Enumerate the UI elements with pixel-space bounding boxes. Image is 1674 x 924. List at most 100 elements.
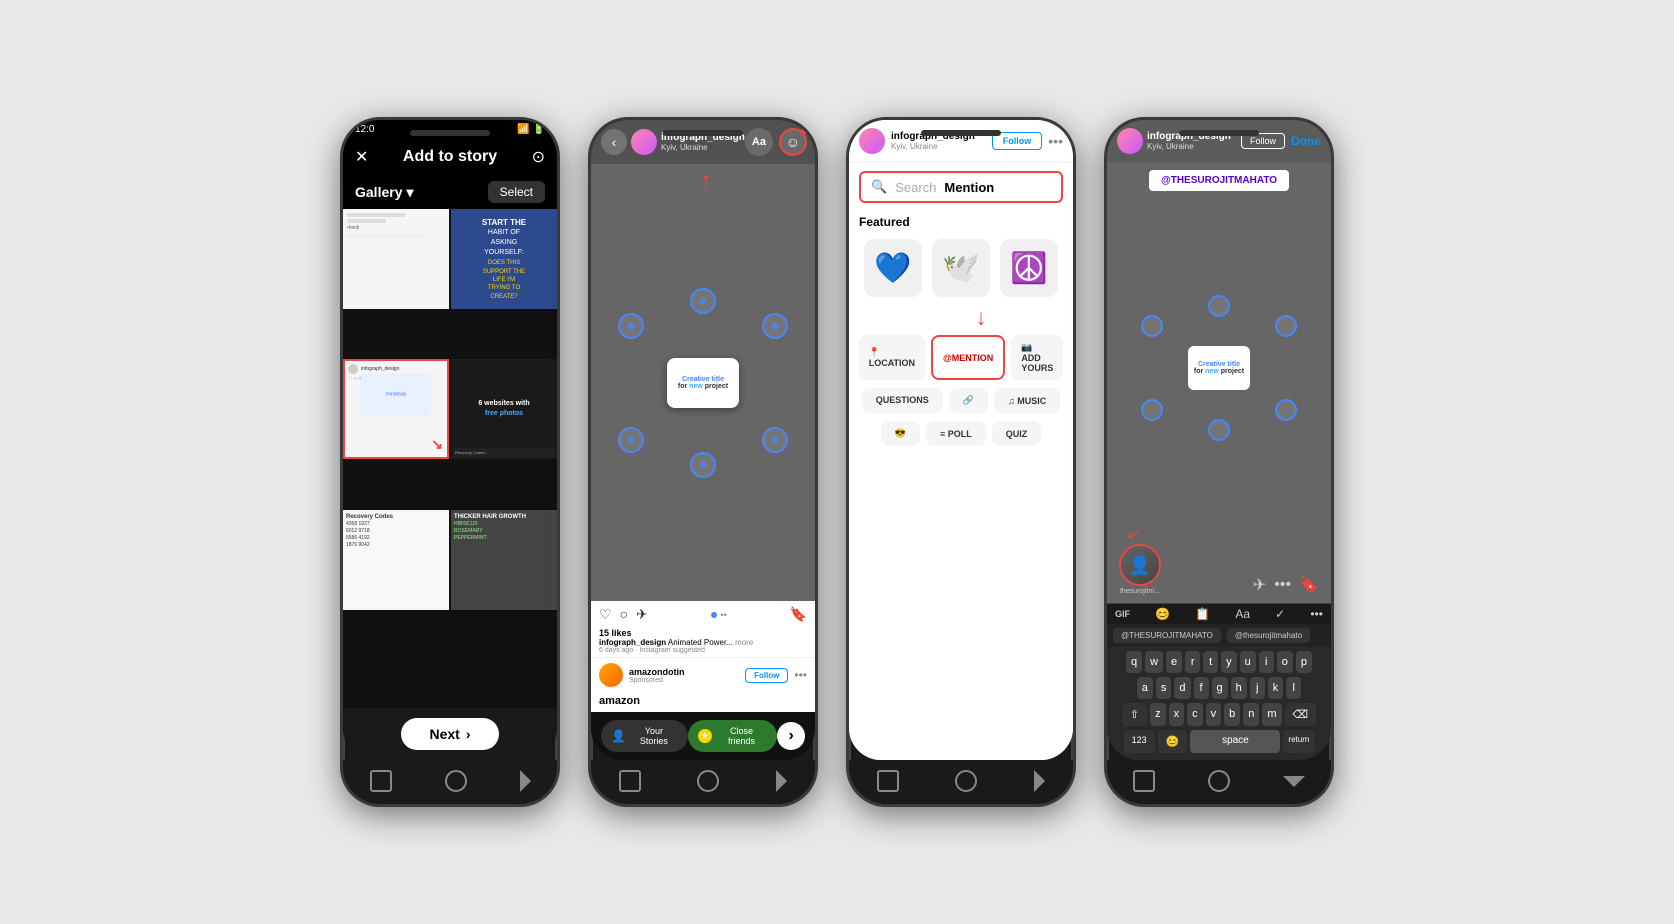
link-tag[interactable]: 🔗	[949, 388, 988, 413]
shift-key[interactable]: ⇧	[1122, 703, 1147, 726]
add-yours-tag[interactable]: 📷 ADD YOURS	[1011, 335, 1063, 380]
peace-sticker[interactable]: ☮️	[1000, 239, 1058, 297]
close-friends-button[interactable]: ★ Close friends	[688, 720, 778, 752]
p3-more-icon[interactable]: •••	[1048, 133, 1063, 149]
p4-dots-icon[interactable]: •••	[1274, 576, 1291, 594]
like-icon[interactable]: ♡	[599, 606, 612, 623]
phone3-nav	[849, 760, 1073, 804]
key-l[interactable]: l	[1286, 677, 1301, 699]
key-h[interactable]: h	[1231, 677, 1247, 699]
select-button[interactable]: Select	[488, 181, 545, 203]
key-n[interactable]: n	[1243, 703, 1259, 726]
key-emoji[interactable]: 😊	[1158, 730, 1188, 753]
p4-send-icon[interactable]: ✈	[1253, 575, 1266, 595]
more-sponsor-icon[interactable]: •••	[794, 668, 807, 682]
ukraine-heart-sticker[interactable]: 💙	[864, 239, 922, 297]
key-j[interactable]: j	[1250, 677, 1265, 699]
key-m[interactable]: m	[1262, 703, 1281, 726]
p4-node-bl	[1141, 399, 1163, 421]
music-tag[interactable]: ♫ MUSIC	[994, 388, 1060, 413]
home-nav-btn[interactable]	[370, 770, 392, 792]
key-b[interactable]: b	[1224, 703, 1240, 726]
suggestion2[interactable]: @thesurojitmahato	[1227, 628, 1310, 643]
key-space[interactable]: space	[1190, 730, 1280, 753]
key-z[interactable]: z	[1150, 703, 1166, 726]
emoji-kb-icon[interactable]: 😊	[1155, 607, 1170, 621]
emoji-slider-tag[interactable]: 😎	[881, 421, 920, 446]
key-return[interactable]: return	[1283, 730, 1314, 753]
key-o[interactable]: o	[1277, 651, 1293, 673]
follow-sponsor-button[interactable]: Follow	[745, 668, 788, 683]
quiz-tag[interactable]: QUIZ	[992, 421, 1042, 446]
questions-tag[interactable]: QUESTIONS	[862, 388, 943, 413]
key-g[interactable]: g	[1212, 677, 1228, 699]
key-123[interactable]: 123	[1124, 730, 1155, 753]
text-kb-icon[interactable]: Aa	[1235, 607, 1250, 621]
recent-nav-btn4[interactable]	[1283, 776, 1305, 787]
back-nav-btn2[interactable]	[697, 770, 719, 792]
gallery-item-selected[interactable]: infograph_design ♡ ○ ✈ mindmap ↘	[343, 359, 449, 459]
key-t[interactable]: t	[1203, 651, 1218, 673]
p3-follow-button[interactable]: Follow	[992, 132, 1043, 150]
p4-story-bottom: 👤 thesurojitm... ↙ ✈ ••• 🔖	[1107, 536, 1331, 603]
gallery-item[interactable]: Recovery Codes 4358 1927 6012 9718 5586 …	[343, 510, 449, 610]
gallery-label[interactable]: Gallery ▾	[355, 184, 414, 201]
search-mention-bar[interactable]: 🔍 Search Mention	[859, 171, 1063, 203]
gallery-item[interactable]: THICKER HAIR GROWTH HIBISCUSROSEMARYPEPP…	[451, 510, 557, 610]
key-c[interactable]: c	[1187, 703, 1203, 726]
clipboard-icon[interactable]: 📋	[1195, 607, 1210, 621]
gallery-item[interactable]: START THE HABIT OF ASKING YOURSELF: DOES…	[451, 209, 557, 309]
close-icon[interactable]: ✕	[355, 147, 368, 167]
comment-icon[interactable]: ○	[620, 606, 628, 623]
p4-follow-button[interactable]: Follow	[1241, 133, 1285, 149]
text-tool-icon[interactable]: Aa	[745, 128, 773, 156]
home-nav-btn3[interactable]	[877, 770, 899, 792]
p4-done-button[interactable]: Done	[1291, 134, 1321, 148]
mention-sticker[interactable]: @THESUROJITMAHATO	[1149, 170, 1289, 191]
home-nav-btn4[interactable]	[1133, 770, 1155, 792]
suggestion1[interactable]: @THESUROJITMAHATO	[1113, 628, 1221, 643]
recent-nav-btn2[interactable]	[776, 770, 787, 792]
key-v[interactable]: v	[1206, 703, 1222, 726]
key-w[interactable]: w	[1145, 651, 1163, 673]
home-nav-btn2[interactable]	[619, 770, 641, 792]
key-d[interactable]: d	[1174, 677, 1190, 699]
key-y[interactable]: y	[1221, 651, 1237, 673]
poll-tag[interactable]: ≡ POLL	[926, 421, 986, 446]
your-stories-button[interactable]: 👤 Your Stories	[601, 720, 688, 752]
share-icon[interactable]: ✈	[636, 606, 648, 623]
key-u[interactable]: u	[1240, 651, 1256, 673]
next-button[interactable]: Next ›	[401, 718, 498, 750]
gallery-item[interactable]: 6 websites with free photos Recovery Cod…	[451, 359, 557, 459]
recent-nav-btn3[interactable]	[1034, 770, 1045, 792]
back-button[interactable]: ‹	[601, 129, 627, 155]
back-nav-btn4[interactable]	[1208, 770, 1230, 792]
key-e[interactable]: e	[1166, 651, 1182, 673]
phone2-wrapper: ‹ infograph_design Kyiv, Ukraine Aa ☺	[588, 117, 818, 807]
p4-bookmark-icon[interactable]: 🔖	[1299, 575, 1319, 595]
key-x[interactable]: x	[1169, 703, 1185, 726]
location-tag[interactable]: 📍 LOCATION	[859, 335, 925, 380]
recent-nav-btn[interactable]	[520, 770, 531, 792]
key-k[interactable]: k	[1268, 677, 1284, 699]
save-icon[interactable]: 🔖	[790, 606, 807, 623]
checkmark-icon[interactable]: ✓	[1275, 607, 1285, 621]
key-i[interactable]: i	[1259, 651, 1274, 673]
arrange-tool-icon[interactable]: ✥	[813, 128, 815, 156]
delete-key[interactable]: ⌫	[1285, 703, 1317, 726]
back-nav-btn3[interactable]	[955, 770, 977, 792]
back-nav-btn[interactable]	[445, 770, 467, 792]
key-s[interactable]: s	[1156, 677, 1172, 699]
settings-icon[interactable]: ⊙	[532, 147, 545, 167]
key-q[interactable]: q	[1126, 651, 1142, 673]
sticker-tool-icon[interactable]: ☺	[779, 128, 807, 156]
dove-sticker[interactable]: 🕊️	[932, 239, 990, 297]
key-a[interactable]: a	[1137, 677, 1153, 699]
key-r[interactable]: r	[1185, 651, 1200, 673]
key-p[interactable]: p	[1296, 651, 1312, 673]
gallery-item[interactable]: •heidi	[343, 209, 449, 309]
mention-tag[interactable]: @MENTION	[931, 335, 1005, 380]
story-next-button[interactable]: ›	[777, 722, 805, 750]
more-kb-icon[interactable]: •••	[1310, 607, 1323, 621]
key-f[interactable]: f	[1194, 677, 1209, 699]
